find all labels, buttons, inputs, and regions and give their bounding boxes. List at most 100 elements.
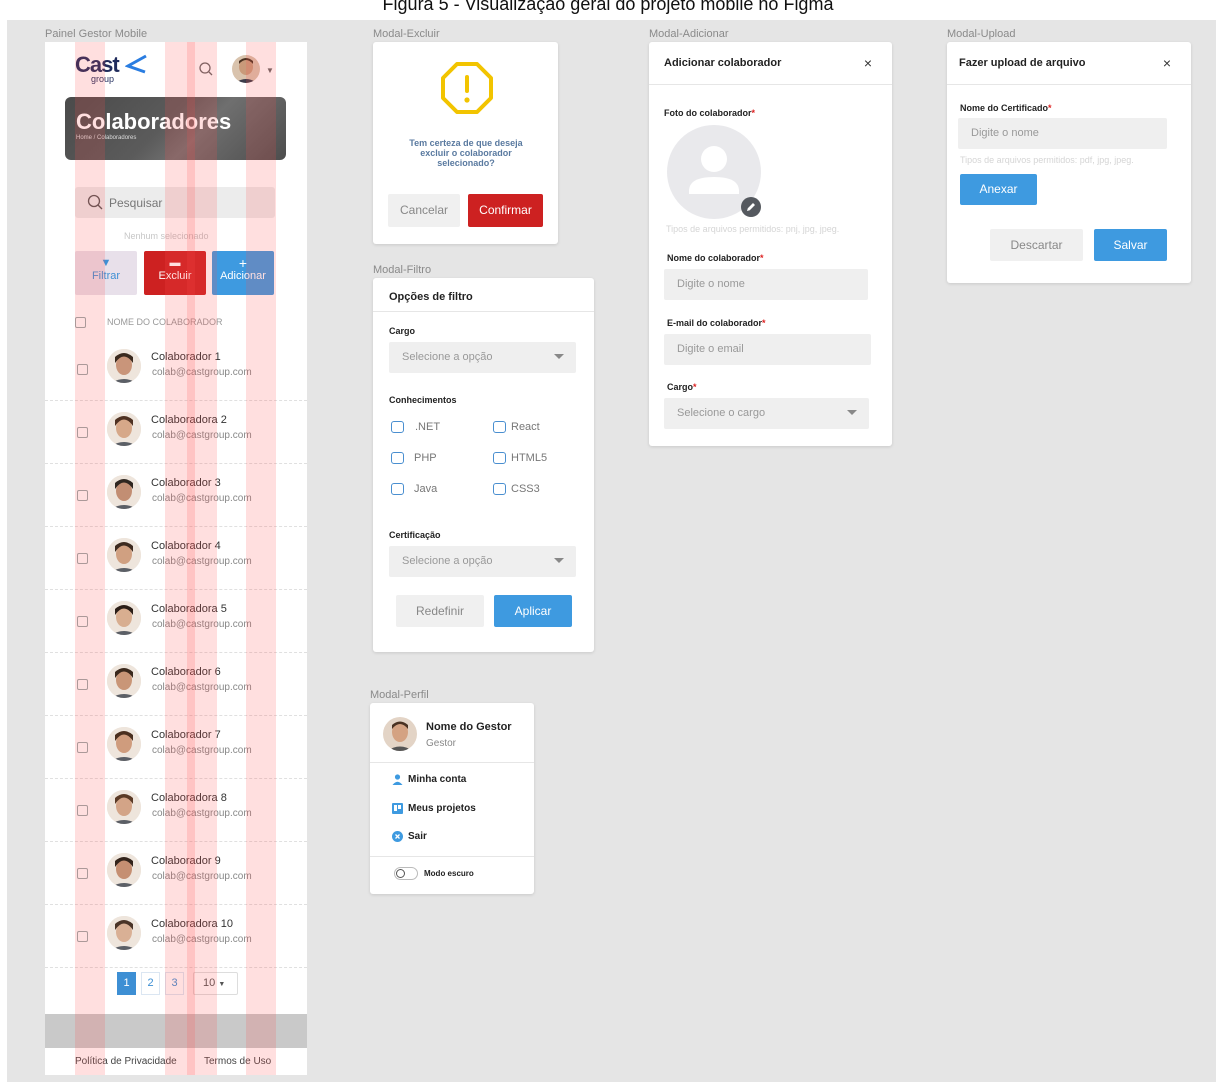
logo-swoosh-icon [125,54,147,74]
add-button[interactable]: + Adicionar [212,251,274,295]
chevron-down-icon: ▼ [218,981,226,988]
logout-icon [392,831,403,842]
row-checkbox[interactable] [77,427,88,438]
row-checkbox[interactable] [77,679,88,690]
caret-down-icon [554,558,564,563]
frame-label-perfil: Modal-Perfil [370,689,429,701]
cert-name-field[interactable]: Digite o nome [958,118,1167,149]
caret-down-icon [554,354,564,359]
search-icon[interactable] [199,62,213,76]
row-checkbox[interactable] [77,490,88,501]
close-icon[interactable]: × [1163,55,1171,71]
collaborator-avatar [107,538,141,572]
collaborator-name: Colaborador 9 [151,855,221,867]
checkbox-dotnet[interactable]: .NET [391,421,440,433]
list-item[interactable]: Colaboradora 10 colab@castgroup.com [45,905,307,968]
delete-button[interactable]: ▬ Excluir [144,251,206,295]
checkbox-html5[interactable]: HTML5 [493,452,547,464]
list-item[interactable]: Colaboradora 5 colab@castgroup.com [45,590,307,653]
warning-icon [441,62,493,114]
projects-icon [392,803,403,814]
upload-hint: Tipos de arquivos permitidos: pdf, jpg, … [960,155,1134,165]
checkbox-php[interactable]: PHP [391,452,437,464]
collaborator-avatar [107,475,141,509]
list-item[interactable]: Colaborador 7 colab@castgroup.com [45,716,307,779]
collaborator-email: colab@castgroup.com [152,367,252,378]
page-size-select[interactable]: 10 ▼ [193,972,238,995]
edit-photo-icon[interactable] [741,197,761,217]
collaborator-email: colab@castgroup.com [152,808,252,819]
confirm-button[interactable]: Confirmar [468,194,543,227]
figure-caption: Figura 5 - Visualização geral do projeto… [382,0,834,14]
email-field[interactable]: Digite o email [664,334,871,365]
list-item[interactable]: Colaborador 6 colab@castgroup.com [45,653,307,716]
menu-item-minha-conta[interactable]: Minha conta [392,774,466,785]
collaborator-email: colab@castgroup.com [152,871,252,882]
photo-hint: Tipos de arquivos permitidos: pnj, jpg, … [666,224,840,234]
column-header-name[interactable]: NOME DO COLABORADOR [107,317,307,327]
checkbox-java[interactable]: Java [391,483,437,495]
page-title: Colaboradores [76,109,232,134]
reset-button[interactable]: Redefinir [396,595,484,627]
collaborator-name: Colaboradora 2 [151,414,227,426]
search-input[interactable]: Pesquisar [75,187,275,218]
collaborator-email: colab@castgroup.com [152,682,252,693]
terms-link[interactable]: Termos de Uso [204,1056,271,1067]
user-avatar[interactable] [232,55,260,83]
plus-icon: + [238,255,248,271]
dark-mode-toggle[interactable] [394,867,418,880]
collaborator-email: colab@castgroup.com [152,493,252,504]
cert-name-label: Nome do Certificado* [960,103,1052,113]
modal-title: Adicionar colaborador [664,57,782,69]
selection-status: Nenhum selecionado [124,231,209,241]
list-item[interactable]: Colaboradora 2 colab@castgroup.com [45,401,307,464]
collaborator-avatar [107,853,141,887]
list-item[interactable]: Colaboradora 8 colab@castgroup.com [45,779,307,842]
chevron-down-icon[interactable]: ▼ [266,66,274,75]
role-select[interactable]: Selecione o cargo [664,398,869,429]
modal-title: Fazer upload de arquivo [959,57,1086,69]
row-checkbox[interactable] [77,364,88,375]
list-item[interactable]: Colaborador 3 colab@castgroup.com [45,464,307,527]
close-icon[interactable]: × [864,55,872,71]
row-checkbox[interactable] [77,553,88,564]
checkbox-css3[interactable]: CSS3 [493,483,540,495]
privacy-link[interactable]: Política de Privacidade [75,1056,177,1067]
collaborator-avatar [107,664,141,698]
page-button-3[interactable]: 3 [165,972,184,995]
attach-button[interactable]: Anexar [960,174,1037,205]
role-label: Cargo* [667,382,697,392]
list-item[interactable]: Colaborador 9 colab@castgroup.com [45,842,307,905]
select-all-checkbox[interactable] [75,317,86,328]
menu-item-meus-projetos[interactable]: Meus projetos [392,803,476,814]
discard-button[interactable]: Descartar [990,229,1083,261]
list-item[interactable]: Colaborador 4 colab@castgroup.com [45,527,307,590]
modal-perfil: Nome do Gestor Gestor Minha conta Meus p… [370,703,534,894]
collaborator-avatar [107,349,141,383]
collaborator-avatar [107,916,141,950]
page-button-2[interactable]: 2 [141,972,160,995]
modal-header: Fazer upload de arquivo × [947,42,1191,85]
filter-button[interactable]: ▼ Filtrar [75,251,137,295]
row-checkbox[interactable] [77,805,88,816]
menu-item-sair[interactable]: Sair [392,831,427,842]
photo-label: Foto do colaborador* [664,108,756,118]
collaborator-name: Colaborador 4 [151,540,221,552]
logo-sub: group [91,74,115,84]
row-checkbox[interactable] [77,868,88,879]
cancel-button[interactable]: Cancelar [388,194,460,227]
row-checkbox[interactable] [77,742,88,753]
save-button[interactable]: Salvar [1094,229,1167,261]
cast-logo[interactable]: Cast group [75,52,147,84]
row-checkbox[interactable] [77,931,88,942]
page-button-1[interactable]: 1 [117,972,136,995]
breadcrumb[interactable]: Home / Colaboradores [76,135,136,141]
apply-button[interactable]: Aplicar [494,595,572,627]
cargo-select[interactable]: Selecione a opção [389,342,576,373]
checkbox-react[interactable]: React [493,421,540,433]
cert-select[interactable]: Selecione a opção [389,546,576,577]
name-field[interactable]: Digite o nome [664,269,868,300]
row-checkbox[interactable] [77,616,88,627]
collaborator-name: Colaboradora 10 [151,918,233,930]
list-item[interactable]: Colaborador 1 colab@castgroup.com [45,338,307,401]
